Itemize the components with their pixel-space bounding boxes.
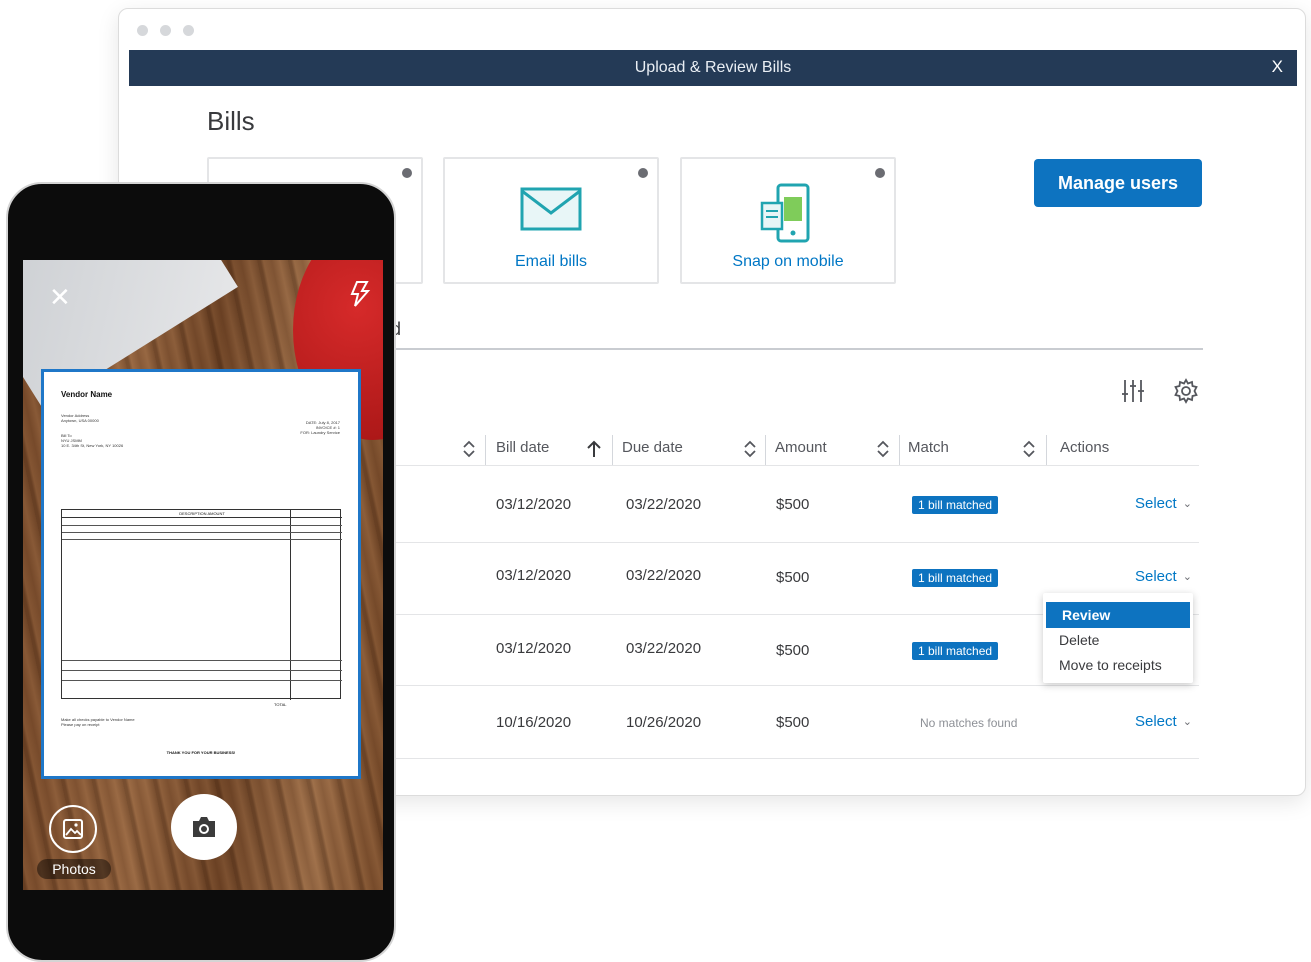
column-header-due-date[interactable]: Due date — [622, 439, 683, 456]
receipt-table-line — [62, 525, 342, 526]
no-matches-text: No matches found — [920, 716, 1018, 730]
header-divider-line — [389, 465, 1199, 466]
filter-sliders-icon[interactable] — [1119, 377, 1147, 405]
column-header-actions: Actions — [1060, 439, 1110, 456]
due-date-cell: 03/22/2020 — [626, 567, 702, 584]
snap-on-mobile-card[interactable]: Snap on mobile — [680, 157, 896, 284]
select-action-button[interactable]: Select ⌄ — [1135, 568, 1192, 585]
page-title: Bills — [207, 106, 255, 136]
match-badge[interactable]: 1 bill matched — [912, 569, 999, 587]
email-bills-label: Email bills — [514, 253, 587, 270]
camera-viewfinder: ✕ Vendor Name Vendor Address Anytown, US… — [23, 260, 383, 890]
column-divider — [612, 435, 613, 465]
column-divider — [1046, 435, 1047, 465]
close-icon[interactable]: ✕ — [49, 282, 71, 313]
flash-icon[interactable] — [349, 280, 371, 314]
receipt-table-line — [62, 532, 342, 533]
actions-dropdown-menu: Review Delete Move to receipts — [1043, 593, 1193, 683]
select-label: Select — [1135, 568, 1177, 585]
window-dot[interactable] — [137, 25, 148, 36]
sort-icon[interactable] — [875, 439, 891, 459]
receipt-table-line — [62, 680, 342, 681]
due-date-cell: 03/22/2020 — [626, 640, 702, 657]
receipt-footer: Make all checks payable to Vendor Name P… — [61, 717, 135, 727]
menu-item-delete[interactable]: Delete — [1043, 627, 1193, 653]
snap-on-mobile-label: Snap on mobile — [732, 253, 844, 270]
help-icon[interactable] — [875, 168, 885, 178]
due-date-cell: 10/26/2020 — [626, 714, 702, 731]
receipt-table-line — [62, 660, 342, 661]
camera-shutter-button[interactable] — [171, 794, 237, 860]
window-dot[interactable] — [160, 25, 171, 36]
bill-date-cell: 03/12/2020 — [496, 640, 572, 657]
window-controls — [137, 25, 194, 36]
select-label: Select — [1135, 713, 1177, 730]
due-date-cell: 03/22/2020 — [626, 496, 702, 513]
dialog-title: Upload & Review Bills — [634, 59, 792, 76]
column-header-amount[interactable]: Amount — [775, 439, 827, 456]
scanned-receipt: Vendor Name Vendor Address Anytown, USA … — [41, 369, 361, 779]
row-divider — [389, 685, 1199, 686]
receipt-bill-to: Bill To NYU JSMM 10 E. 34th St, New York… — [61, 433, 124, 448]
select-label: Select — [1135, 495, 1177, 512]
mobile-phone: ✕ Vendor Name Vendor Address Anytown, US… — [6, 182, 396, 962]
receipt-thanks: THANK YOU FOR YOUR BUSINESS! — [166, 750, 236, 755]
photos-label: Photos — [37, 859, 111, 879]
receipt-table-line — [62, 670, 342, 671]
receipt-table-line — [62, 539, 342, 540]
help-icon[interactable] — [638, 168, 648, 178]
manage-users-button[interactable]: Manage users — [1034, 159, 1202, 207]
gallery-icon — [63, 819, 83, 839]
row-divider — [389, 542, 1199, 543]
help-icon[interactable] — [402, 168, 412, 178]
photos-button[interactable] — [49, 805, 97, 853]
select-action-button[interactable]: Select ⌄ — [1135, 713, 1192, 730]
column-divider — [899, 435, 900, 465]
sort-icon[interactable] — [1021, 439, 1037, 459]
sort-icon[interactable] — [742, 439, 758, 459]
receipt-meta: DATE: July 8, 2017 INVOICE #: 1 FOR: Lau… — [300, 420, 340, 435]
bill-date-cell: 03/12/2020 — [496, 567, 572, 584]
close-icon[interactable]: X — [1272, 57, 1283, 77]
receipt-table: DESCRIPTION AMOUNT — [61, 509, 342, 700]
column-divider — [765, 435, 766, 465]
column-header-bill-date[interactable]: Bill date — [496, 439, 549, 456]
chevron-down-icon: ⌄ — [1182, 571, 1192, 583]
receipt-vendor: Vendor Name — [61, 390, 113, 399]
window-dot[interactable] — [183, 25, 194, 36]
select-action-button[interactable]: Select ⌄ — [1135, 495, 1192, 512]
email-bills-card[interactable]: Email bills — [443, 157, 659, 284]
match-badge[interactable]: 1 bill matched — [912, 642, 999, 660]
phone-receipt-icon — [682, 183, 894, 247]
amount-cell: $500 — [776, 496, 810, 513]
tab-divider — [381, 348, 1203, 350]
amount-cell: $500 — [776, 714, 810, 731]
sort-ascending-icon[interactable] — [586, 439, 602, 459]
chevron-down-icon: ⌄ — [1182, 498, 1192, 510]
menu-item-review[interactable]: Review — [1046, 602, 1190, 628]
bill-date-cell: 10/16/2020 — [496, 714, 572, 731]
bill-date-cell: 03/12/2020 — [496, 496, 572, 513]
column-header-match[interactable]: Match — [908, 439, 949, 456]
menu-item-move-to-receipts[interactable]: Move to receipts — [1043, 652, 1193, 678]
camera-icon — [193, 817, 215, 837]
chevron-down-icon: ⌄ — [1182, 716, 1192, 728]
amount-cell: $500 — [776, 642, 810, 659]
envelope-icon — [445, 187, 657, 231]
receipt-table-header: DESCRIPTION AMOUNT — [62, 510, 342, 518]
receipt-vendor-address: Vendor Address Anytown, USA 00000 — [61, 413, 99, 423]
row-divider — [389, 758, 1199, 759]
sort-icon[interactable] — [461, 439, 477, 459]
column-divider — [485, 435, 486, 465]
amount-cell: $500 — [776, 569, 810, 586]
gear-icon[interactable] — [1172, 377, 1200, 405]
receipt-total: TOTAL — [274, 702, 287, 707]
dialog-titlebar: Upload & Review Bills X — [129, 50, 1297, 86]
match-badge[interactable]: 1 bill matched — [912, 496, 999, 514]
